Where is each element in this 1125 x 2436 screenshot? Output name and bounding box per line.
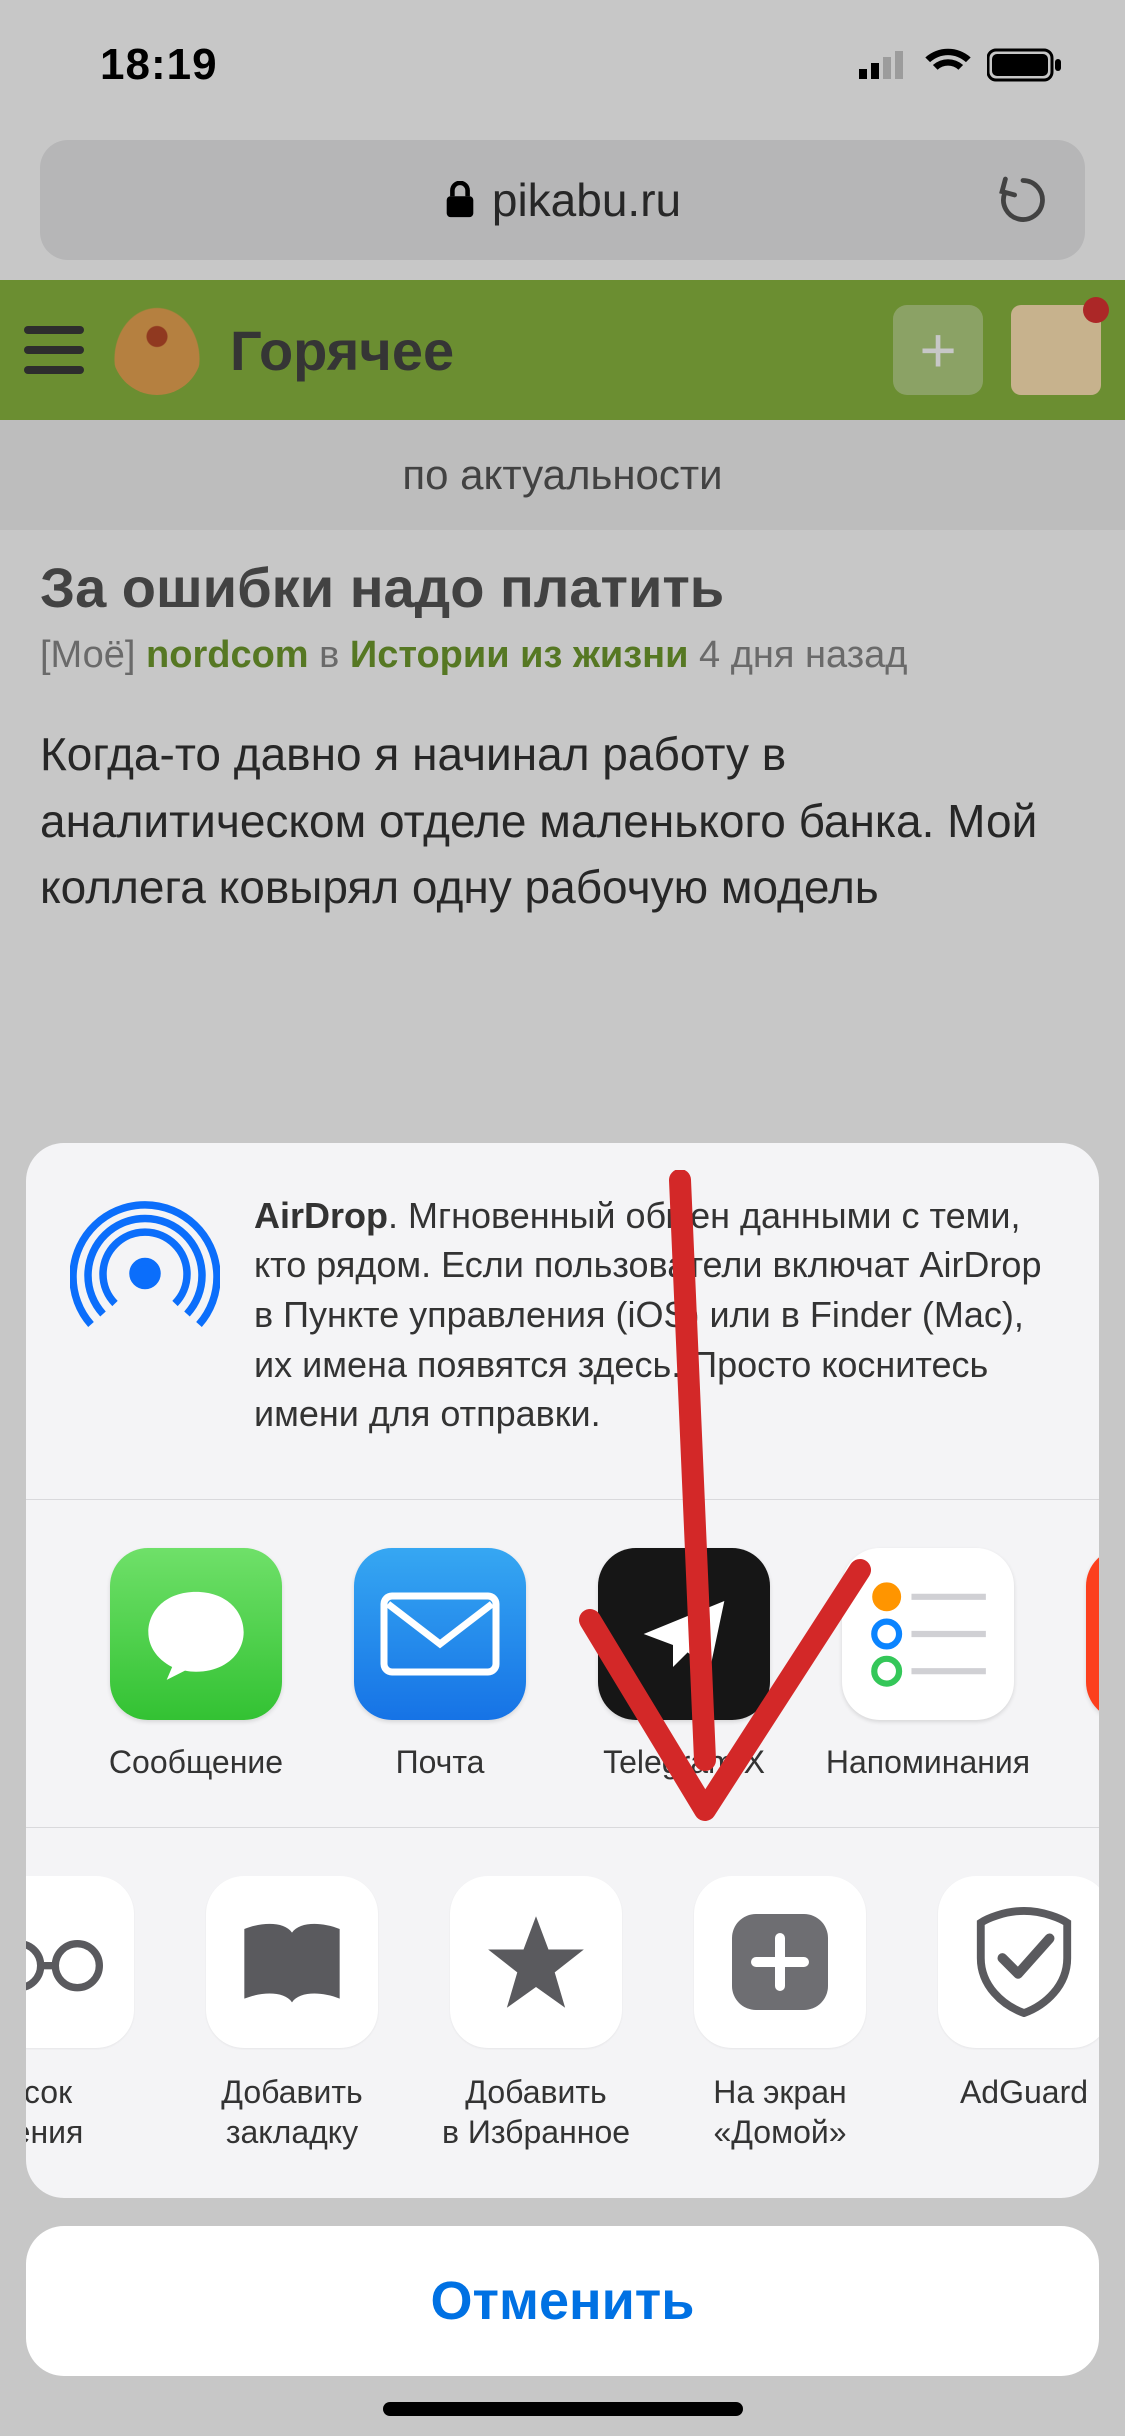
- share-app-mail[interactable]: Почта: [318, 1548, 562, 1781]
- airdrop-section[interactable]: AirDrop. Мгновенный обмен данными с теми…: [26, 1143, 1099, 1500]
- share-app-reminders[interactable]: Напоминания: [806, 1548, 1050, 1781]
- share-app-more[interactable]: Ян: [1050, 1548, 1099, 1781]
- action-add-home-screen[interactable]: На экран«Домой»: [658, 1876, 902, 2152]
- airdrop-icon: [70, 1191, 220, 1341]
- glasses-icon: [26, 1876, 134, 2048]
- plus-square-icon: [694, 1876, 866, 2048]
- cancel-button[interactable]: Отменить: [26, 2226, 1099, 2376]
- book-icon: [206, 1876, 378, 2048]
- home-indicator[interactable]: [383, 2402, 743, 2416]
- share-app-messages[interactable]: Сообщение: [74, 1548, 318, 1781]
- yandex-icon: [1086, 1548, 1099, 1720]
- shield-check-icon: [938, 1876, 1099, 2048]
- telegram-x-icon: [598, 1548, 770, 1720]
- share-sheet: AirDrop. Мгновенный обмен данными с теми…: [26, 1143, 1099, 2376]
- reminders-icon: [842, 1548, 1014, 1720]
- share-app-telegram-x[interactable]: Telegram X: [562, 1548, 806, 1781]
- airdrop-text: AirDrop. Мгновенный обмен данными с теми…: [254, 1191, 1055, 1439]
- share-actions-row[interactable]: сокения Добавитьзакладку Добавитьв Избра…: [26, 1828, 1099, 2198]
- messages-icon: [110, 1548, 282, 1720]
- star-icon: [450, 1876, 622, 2048]
- action-adguard[interactable]: AdGuard: [902, 1876, 1099, 2152]
- action-reading-list[interactable]: сокения: [26, 1876, 170, 2152]
- share-apps-row[interactable]: Сообщение Почта Telegram X: [26, 1500, 1099, 1828]
- mail-icon: [354, 1548, 526, 1720]
- action-add-favorite[interactable]: Добавитьв Избранное: [414, 1876, 658, 2152]
- action-add-bookmark[interactable]: Добавитьзакладку: [170, 1876, 414, 2152]
